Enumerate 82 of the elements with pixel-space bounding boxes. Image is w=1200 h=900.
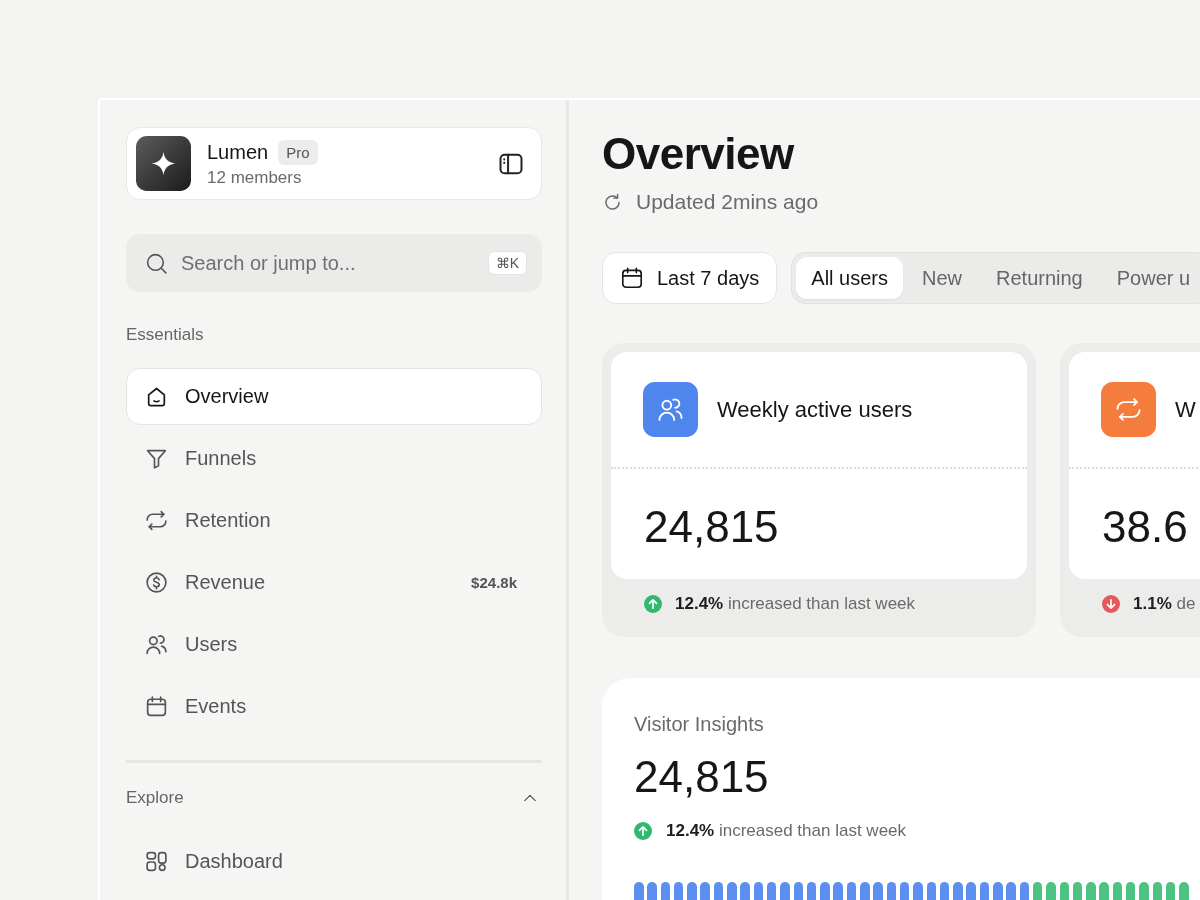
nav-item[interactable]: Revenue $24.8k bbox=[126, 554, 542, 611]
calendar-icon bbox=[144, 694, 169, 719]
chart-bar bbox=[899, 882, 910, 900]
chart-bar bbox=[953, 882, 963, 900]
delta-text: 12.4% increased than last week bbox=[675, 593, 916, 614]
chart-bar bbox=[846, 882, 857, 900]
section-label: Explore bbox=[126, 788, 184, 808]
chart-bar bbox=[993, 882, 1003, 900]
users-icon bbox=[144, 632, 169, 657]
section-label: Essentials bbox=[126, 325, 204, 345]
chart-bar bbox=[979, 882, 990, 900]
insights-title: Visitor Insights bbox=[634, 712, 764, 736]
dollar-icon bbox=[144, 570, 169, 595]
nav-item[interactable]: Retention bbox=[126, 492, 542, 549]
segment-tab[interactable]: All users bbox=[796, 257, 903, 299]
chart-bar bbox=[1019, 882, 1030, 900]
chart-bar bbox=[860, 882, 870, 900]
search-field[interactable]: Search or jump to... ⌘K bbox=[126, 234, 542, 292]
date-range-button[interactable]: Last 7 days bbox=[602, 252, 778, 304]
sparkle-icon bbox=[136, 136, 191, 191]
chart-bar bbox=[806, 882, 817, 900]
chart-bar bbox=[766, 882, 777, 900]
nav-count: $24.8k bbox=[471, 574, 517, 591]
chart-bar bbox=[1086, 882, 1096, 900]
segment-tab[interactable]: Returning bbox=[981, 257, 1098, 299]
chart-bar bbox=[740, 882, 750, 900]
chart-bar bbox=[1165, 882, 1176, 900]
chart-bar bbox=[1072, 882, 1083, 900]
calendar-icon bbox=[619, 265, 645, 291]
workspace-name: Lumen bbox=[207, 140, 269, 164]
nav-item[interactable]: Dashboard bbox=[126, 833, 542, 890]
chart-bar bbox=[1112, 882, 1123, 900]
nav-item[interactable]: Users bbox=[126, 616, 542, 673]
metric-value: 24,815 bbox=[644, 501, 779, 553]
member-count: 12 members bbox=[207, 167, 302, 188]
grid-icon bbox=[144, 849, 169, 874]
insights-value: 24,815 bbox=[634, 751, 769, 803]
chart-bar bbox=[820, 882, 830, 900]
chart-bar bbox=[700, 882, 710, 900]
chart-bar bbox=[713, 882, 724, 900]
chart-bar bbox=[1059, 882, 1069, 900]
nav-item[interactable]: Events bbox=[126, 678, 542, 735]
search-input[interactable]: Search or jump to... bbox=[181, 248, 478, 278]
chart-bar bbox=[873, 882, 883, 900]
chart-bar bbox=[966, 882, 976, 900]
chart-bar bbox=[753, 882, 764, 900]
chart-bar bbox=[727, 882, 737, 900]
chart-bar bbox=[833, 882, 843, 900]
chart-bar bbox=[1046, 882, 1056, 900]
chart-bar bbox=[1032, 882, 1043, 900]
chart-bar bbox=[673, 882, 684, 900]
chart-bar bbox=[1126, 882, 1136, 900]
plan-badge: Pro bbox=[278, 139, 318, 165]
chart-bar bbox=[660, 882, 671, 900]
chart-bar bbox=[793, 882, 804, 900]
metric-title: W bbox=[1175, 396, 1196, 423]
delta-text: 12.4% increased than last week bbox=[666, 821, 907, 841]
segment-tab[interactable]: New bbox=[907, 257, 977, 299]
chart-bar bbox=[647, 882, 657, 900]
chart-bar bbox=[913, 882, 923, 900]
nav-item[interactable]: Funnels bbox=[126, 430, 542, 487]
segment-tab[interactable]: Power u bbox=[1101, 257, 1200, 299]
shortcut-key: ⌘K bbox=[487, 251, 527, 275]
chart-bar bbox=[926, 882, 937, 900]
chart-bar bbox=[687, 882, 697, 900]
updated-text: Updated 2mins ago bbox=[636, 190, 819, 214]
repeat-icon bbox=[144, 508, 169, 533]
chart-bar bbox=[1179, 882, 1189, 900]
chart-bar bbox=[939, 882, 950, 900]
refresh-icon bbox=[602, 191, 623, 213]
metric-title: Weekly active users bbox=[717, 396, 913, 423]
chart-bar bbox=[1006, 882, 1016, 900]
delta-text: 1.1% de bbox=[1133, 593, 1196, 614]
chart-bar bbox=[1152, 882, 1163, 900]
chart-bar bbox=[780, 882, 790, 900]
chart-bar bbox=[886, 882, 897, 900]
chart-bar bbox=[1099, 882, 1109, 900]
chart-bar bbox=[1139, 882, 1149, 900]
chart-bar bbox=[634, 882, 644, 900]
page-title: Overview bbox=[602, 128, 794, 180]
nav-item[interactable]: Overview bbox=[126, 368, 542, 425]
metric-value: 38.6 bbox=[1102, 501, 1188, 553]
